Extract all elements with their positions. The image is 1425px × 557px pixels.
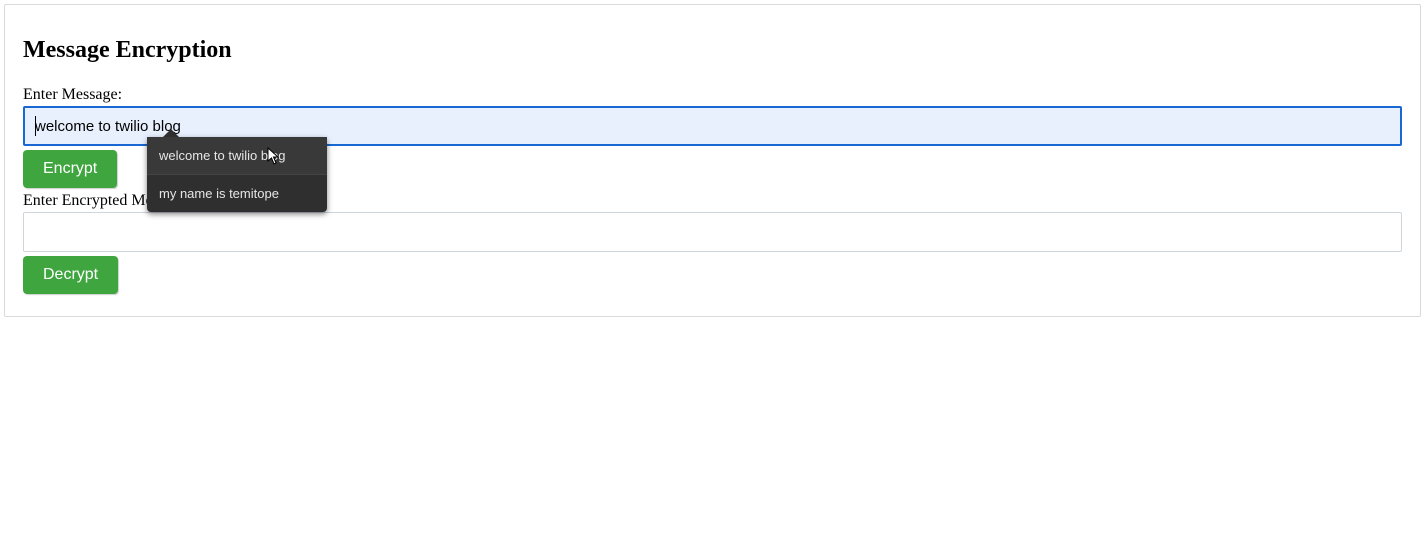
enter-message-label: Enter Message: <box>23 86 1402 104</box>
autocomplete-item-0[interactable]: welcome to twilio blog <box>147 137 327 174</box>
autocomplete-item-1[interactable]: my name is temitope <box>147 174 327 212</box>
decrypt-row: Decrypt <box>23 252 1402 298</box>
encryption-card: Message Encryption Enter Message: Encryp… <box>4 4 1421 317</box>
autocomplete-dropdown: welcome to twilio blog my name is temito… <box>147 137 327 212</box>
encrypt-button[interactable]: Encrypt <box>23 150 117 188</box>
encrypted-input[interactable] <box>23 212 1402 252</box>
text-caret <box>35 116 36 136</box>
decrypt-button[interactable]: Decrypt <box>23 256 118 294</box>
encrypt-row: Encrypt welcome to twilio blog my name i… <box>23 146 1402 192</box>
page-title: Message Encryption <box>23 37 1402 64</box>
